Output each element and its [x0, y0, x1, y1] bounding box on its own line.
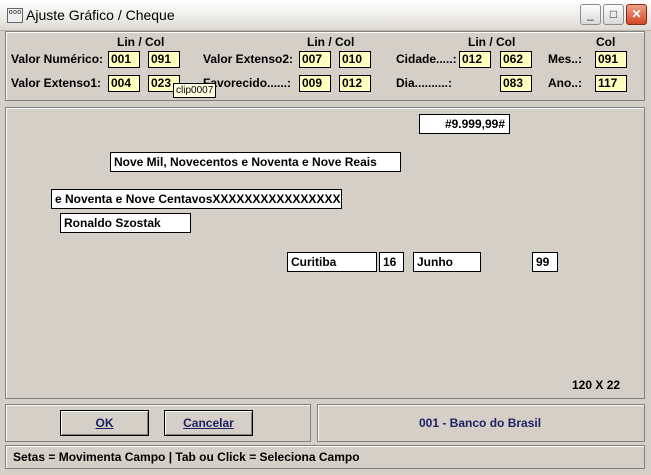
- preview-mes-field[interactable]: Junho: [413, 252, 481, 272]
- cidade-col-input[interactable]: 062: [500, 51, 532, 68]
- valor-extenso2-lin-input[interactable]: 007: [299, 51, 331, 68]
- dimensions-readout: 120 X 22: [572, 378, 621, 392]
- header-lin-col-2: Lin / Col: [307, 35, 355, 49]
- minimize-button[interactable]: _: [580, 4, 601, 25]
- actions-panel: [5, 404, 311, 442]
- preview-extenso1-field[interactable]: Nove Mil, Novecentos e Noventa e Nove Re…: [110, 152, 401, 172]
- tooltip: clip0007: [173, 83, 217, 98]
- preview-extenso2-field[interactable]: e Noventa e Nove CentavosXXXXXXXXXXXXXXX…: [51, 189, 342, 209]
- preview-ano-field[interactable]: 99: [532, 252, 558, 272]
- app-icon[interactable]: ooo: [7, 8, 23, 23]
- bank-label: 001 - Banco do Brasil: [419, 416, 542, 430]
- dia-label: Dia..........:: [396, 76, 453, 90]
- close-button[interactable]: ✕: [626, 4, 647, 25]
- valor-extenso2-col-input[interactable]: 010: [339, 51, 371, 68]
- valor-extenso2-label: Valor Extenso2:: [203, 52, 294, 66]
- cidade-label: Cidade.....:: [396, 52, 457, 66]
- mes-label: Mes..:: [548, 52, 583, 66]
- valor-numerico-col-input[interactable]: 091: [148, 51, 180, 68]
- ok-button[interactable]: OK: [60, 410, 149, 436]
- preview-cidade-field[interactable]: Curitiba: [287, 252, 377, 272]
- dia-col-input[interactable]: 083: [500, 75, 532, 92]
- cidade-lin-input[interactable]: 012: [459, 51, 491, 68]
- header-lin-col-1: Lin / Col: [117, 35, 165, 49]
- ano-label: Ano..:: [548, 76, 582, 90]
- status-text: Setas = Movimenta Campo | Tab ou Click =…: [13, 450, 360, 464]
- mes-col-input[interactable]: 091: [595, 51, 627, 68]
- valor-extenso1-lin-input[interactable]: 004: [108, 75, 140, 92]
- preview-dia-field[interactable]: 16: [379, 252, 404, 272]
- header-col: Col: [596, 35, 616, 49]
- ano-col-input[interactable]: 117: [595, 75, 627, 92]
- window-title: Ajuste Gráfico / Cheque: [26, 7, 175, 23]
- preview-favorecido-field[interactable]: Ronaldo Szostak: [60, 213, 191, 233]
- valor-numerico-label: Valor Numérico:: [11, 52, 104, 66]
- favorecido-col-input[interactable]: 012: [339, 75, 371, 92]
- cancel-button[interactable]: Cancelar: [164, 410, 253, 436]
- header-lin-col-3: Lin / Col: [468, 35, 516, 49]
- valor-numerico-lin-input[interactable]: 001: [108, 51, 140, 68]
- valor-extenso1-label: Valor Extenso1:: [11, 76, 102, 90]
- favorecido-lin-input[interactable]: 009: [299, 75, 331, 92]
- preview-valor-field[interactable]: #9.999,99#: [419, 114, 510, 134]
- maximize-button[interactable]: □: [603, 4, 624, 25]
